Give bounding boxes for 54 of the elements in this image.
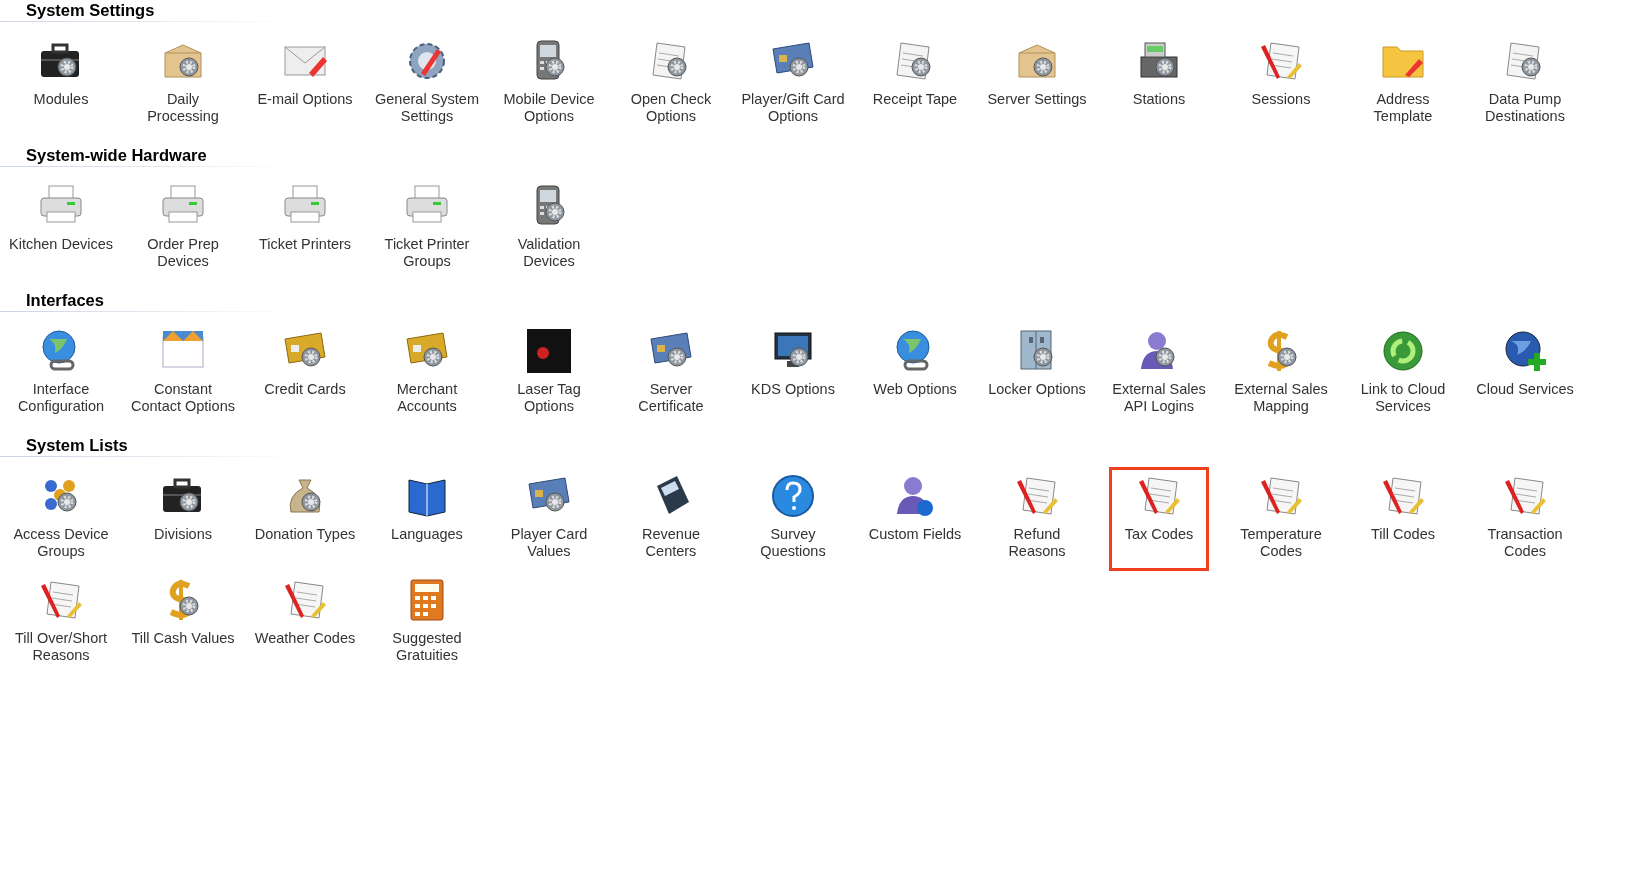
setting-tile[interactable]: Survey Questions: [732, 467, 854, 571]
setting-tile[interactable]: Sessions: [1220, 32, 1342, 136]
setting-tile[interactable]: Server Settings: [976, 32, 1098, 136]
setting-tile[interactable]: Daily Processing: [122, 32, 244, 136]
setting-tile[interactable]: Merchant Accounts: [366, 322, 488, 426]
setting-tile[interactable]: Player Card Values: [488, 467, 610, 571]
setting-tile[interactable]: Web Options: [854, 322, 976, 426]
setting-tile[interactable]: Temperature Codes: [1220, 467, 1342, 571]
setting-tile[interactable]: Till Over/Short Reasons: [0, 571, 122, 675]
setting-tile[interactable]: Donation Types: [244, 467, 366, 571]
setting-tile[interactable]: Interface Configuration: [0, 322, 122, 426]
setting-tile[interactable]: Divisions: [122, 467, 244, 571]
setting-tile[interactable]: Open Check Options: [610, 32, 732, 136]
setting-tile[interactable]: Player/Gift Card Options: [732, 32, 854, 136]
setting-tile[interactable]: Laser Tag Options: [488, 322, 610, 426]
setting-tile[interactable]: Link to Cloud Services: [1342, 322, 1464, 426]
setting-tile[interactable]: Tax Codes: [1109, 467, 1209, 571]
setting-tile[interactable]: Till Codes: [1342, 467, 1464, 571]
photo-placeholder: [525, 327, 573, 375]
setting-tile[interactable]: Custom Fields: [854, 467, 976, 571]
setting-tile[interactable]: Revenue Centers: [610, 467, 732, 571]
setting-tile[interactable]: Transaction Codes: [1464, 467, 1586, 571]
setting-tile[interactable]: Server Certificate: [610, 322, 732, 426]
setting-tile[interactable]: External Sales Mapping: [1220, 322, 1342, 426]
setting-tile[interactable]: Constant Contact Options: [122, 322, 244, 426]
setting-tile[interactable]: Validation Devices: [488, 177, 610, 281]
setting-tile[interactable]: Languages: [366, 467, 488, 571]
setting-tile[interactable]: Kitchen Devices: [0, 177, 122, 281]
section-heading: Interfaces: [0, 290, 300, 312]
setting-tile[interactable]: Modules: [0, 32, 122, 136]
setting-tile[interactable]: External Sales API Logins: [1098, 322, 1220, 426]
setting-tile[interactable]: Credit Cards: [244, 322, 366, 426]
setting-tile[interactable]: Refund Reasons: [976, 467, 1098, 571]
section-heading: System Lists: [0, 435, 300, 457]
setting-tile[interactable]: Data Pump Destinations: [1464, 32, 1586, 136]
setting-tile[interactable]: Weather Codes: [244, 571, 366, 675]
setting-tile[interactable]: Suggested Gratuities: [366, 571, 488, 675]
setting-tile[interactable]: Cloud Services: [1464, 322, 1586, 426]
setting-tile[interactable]: E-mail Options: [244, 32, 366, 136]
setting-tile[interactable]: Mobile Device Options: [488, 32, 610, 136]
section-heading: System Settings: [0, 0, 300, 22]
setting-tile[interactable]: Stations: [1098, 32, 1220, 136]
setting-tile[interactable]: Ticket Printers: [244, 177, 366, 281]
setting-tile[interactable]: General System Settings: [366, 32, 488, 136]
setting-tile[interactable]: Ticket Printer Groups: [366, 177, 488, 281]
section-heading: System-wide Hardware: [0, 145, 300, 167]
setting-tile[interactable]: Address Template: [1342, 32, 1464, 136]
setting-tile[interactable]: Locker Options: [976, 322, 1098, 426]
setting-tile[interactable]: Access Device Groups: [0, 467, 122, 571]
setting-tile[interactable]: KDS Options: [732, 322, 854, 426]
setting-tile[interactable]: Order Prep Devices: [122, 177, 244, 281]
setting-tile[interactable]: Till Cash Values: [122, 571, 244, 675]
question-icon: [769, 472, 817, 520]
setting-tile[interactable]: Receipt Tape: [854, 32, 976, 136]
